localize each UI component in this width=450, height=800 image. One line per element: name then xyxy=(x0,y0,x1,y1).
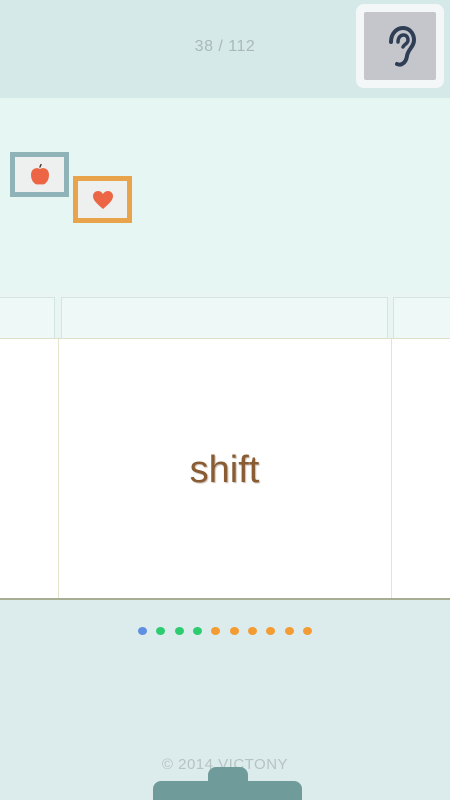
page-dot xyxy=(303,627,313,635)
page-dot xyxy=(248,627,258,635)
card-tab-next xyxy=(393,297,450,338)
listen-button-face[interactable] xyxy=(364,12,436,80)
card-divider-right xyxy=(391,339,392,598)
page-dot xyxy=(192,627,202,635)
page-dot xyxy=(284,627,294,635)
page-dot xyxy=(174,627,184,635)
page-dot-active xyxy=(137,627,147,635)
flashcard-word: shift xyxy=(189,449,260,491)
page-dot xyxy=(156,627,166,635)
heart-icon xyxy=(92,190,113,209)
apple-picture-frame[interactable] xyxy=(10,152,69,197)
bottom-drawer-tab[interactable] xyxy=(153,781,302,800)
page-indicator xyxy=(0,627,450,635)
page-dot xyxy=(211,627,221,635)
page-dot xyxy=(229,627,239,635)
flashcard-carousel[interactable]: shift xyxy=(0,338,450,600)
apple-icon xyxy=(30,163,49,185)
page-dot xyxy=(266,627,276,635)
listen-button[interactable] xyxy=(356,4,444,88)
card-tab-previous xyxy=(0,297,55,338)
top-bar: 38 / 112 xyxy=(0,0,450,98)
card-tab-current xyxy=(61,297,388,338)
heart-picture-frame[interactable] xyxy=(73,176,132,223)
ear-icon xyxy=(389,26,416,67)
